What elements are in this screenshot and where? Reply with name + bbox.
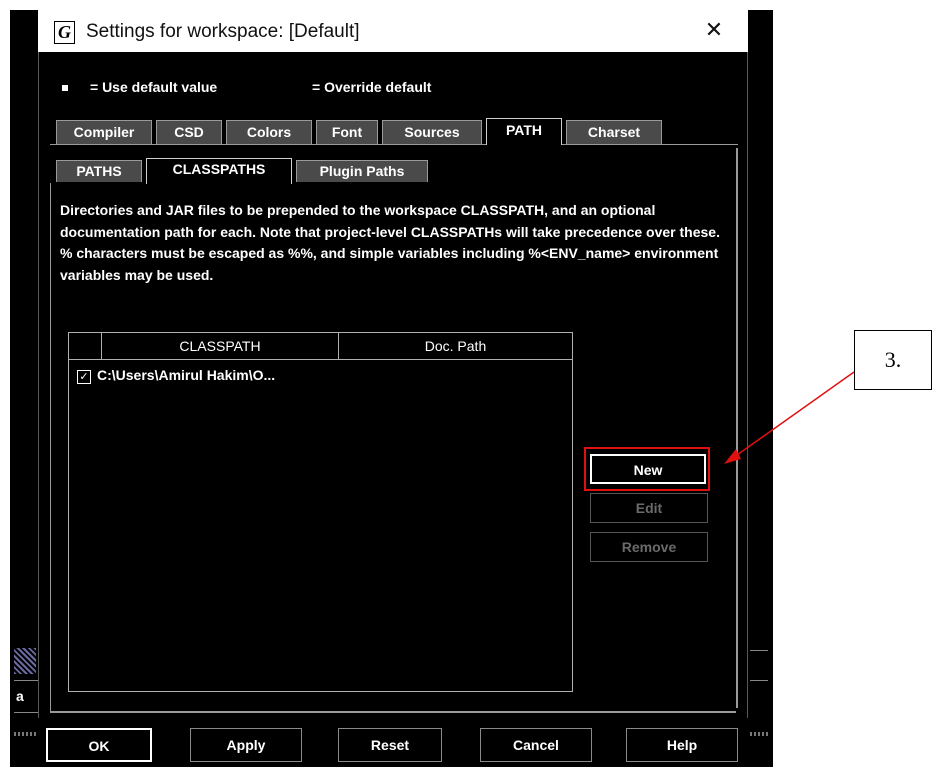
reset-button[interactable]: Reset [338,728,442,762]
help-button[interactable]: Help [626,728,738,762]
screenshot: a G Settings for workspace: [Default] ✕ … [0,0,932,767]
annotation-arrow [724,371,855,464]
apply-button[interactable]: Apply [190,728,302,762]
annotation-step-callout: 3. [854,330,932,390]
cancel-button[interactable]: Cancel [480,728,592,762]
ok-button[interactable]: OK [46,728,152,762]
